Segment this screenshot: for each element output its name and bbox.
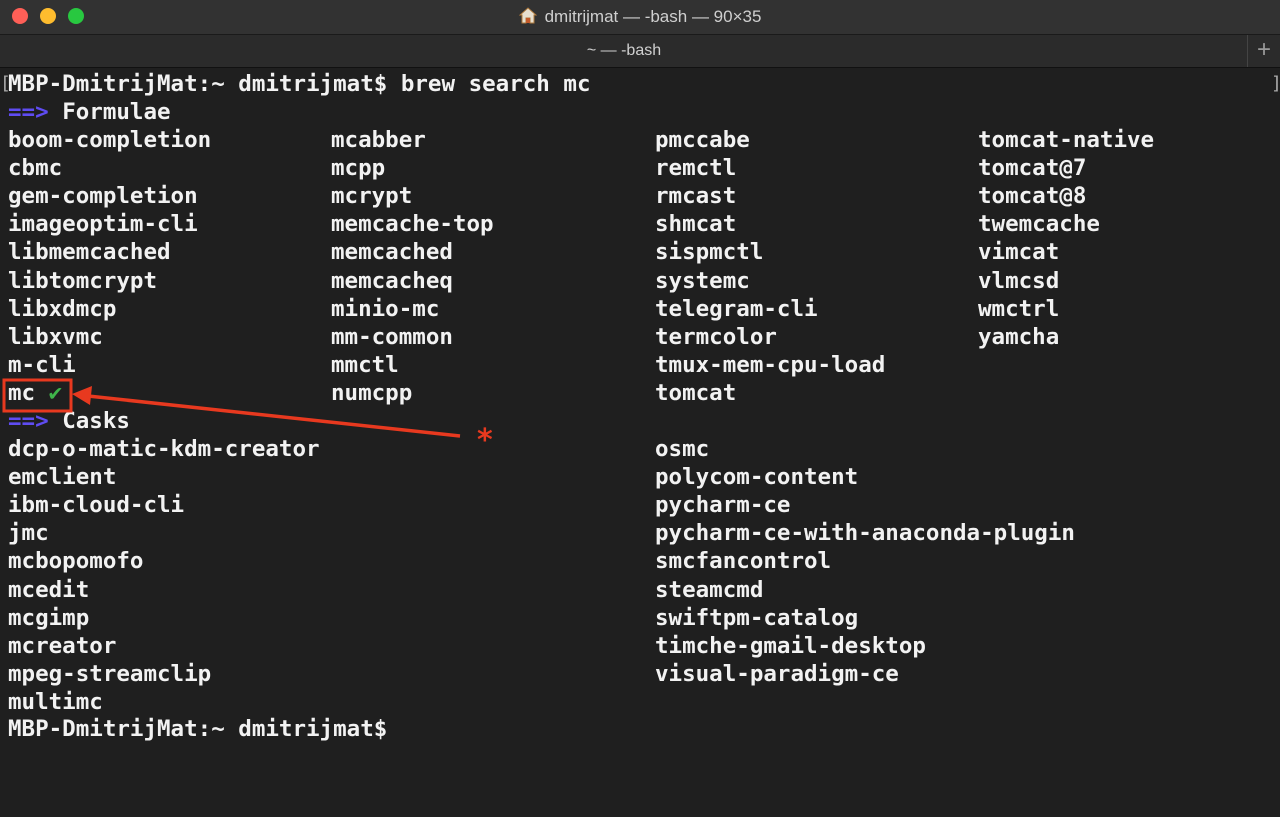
annotation-overlay: * — [2, 378, 493, 458]
highlight-box — [2, 378, 73, 413]
annotation-arrow-line — [87, 394, 461, 438]
annotation-arrow-head — [72, 386, 92, 405]
annotation-asterisk: * — [477, 423, 493, 458]
